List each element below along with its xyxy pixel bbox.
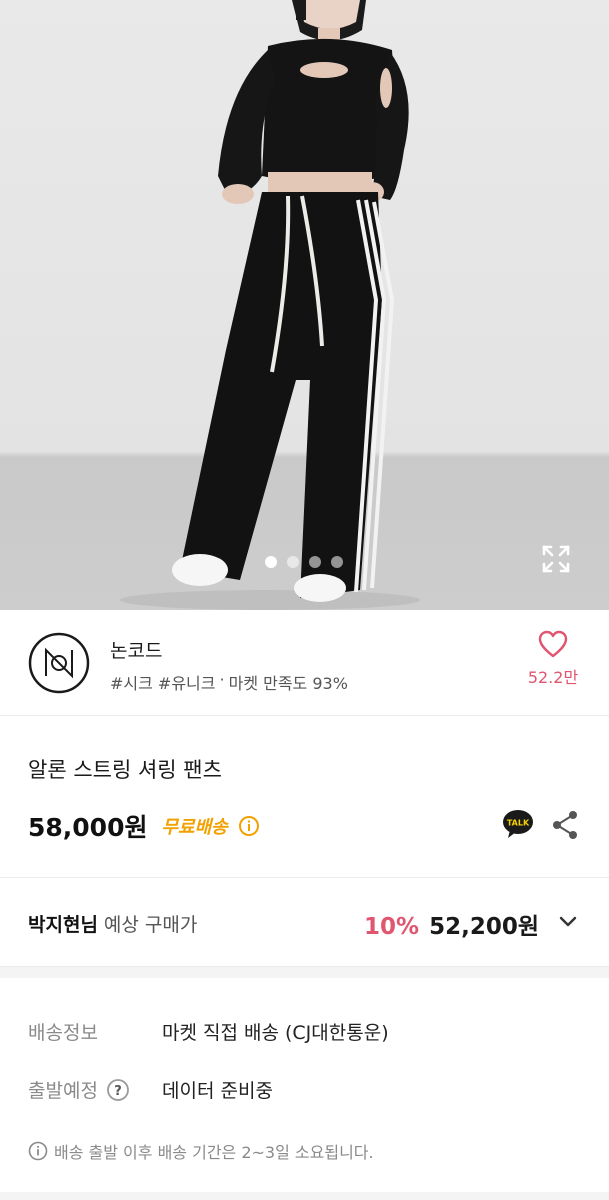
info-icon: [28, 1141, 48, 1161]
shop-tags[interactable]: #시크 #유니크: [110, 670, 216, 694]
shop-meta: #시크 #유니크 · 마켓 만족도 93%: [110, 670, 348, 694]
carousel-dot[interactable]: [331, 556, 343, 568]
member-price: 10% 52,200원: [364, 907, 539, 941]
share-icon[interactable]: [551, 810, 579, 840]
shop-logo-icon[interactable]: [28, 632, 90, 694]
departure-label: 출발예정: [28, 1080, 98, 1102]
svg-text:?: ?: [114, 1084, 122, 1099]
free-shipping-badge: 무료배송: [161, 817, 228, 838]
product-price: 58,000원: [28, 813, 148, 842]
product-image[interactable]: [0, 0, 609, 610]
price-row: 58,000원 무료배송: [28, 808, 260, 844]
like-button[interactable]: 52.2만: [520, 630, 586, 688]
shipping-info-label: 배송정보: [28, 1022, 98, 1044]
info-icon[interactable]: [238, 815, 260, 837]
discounted-price: 52,200원: [429, 914, 539, 940]
chevron-down-icon[interactable]: [556, 910, 580, 934]
section-divider: [0, 966, 609, 978]
departure-row: 출발예정 ? 데이터 준비중: [28, 1076, 273, 1103]
kakao-talk-icon[interactable]: TALK: [501, 808, 535, 840]
carousel-dot[interactable]: [265, 556, 277, 568]
carousel-indicator: [265, 556, 343, 568]
shop-name[interactable]: 논코드: [110, 636, 162, 663]
member-price-label: 박지현님 예상 구매가: [28, 910, 197, 937]
departure-value: 데이터 준비중: [162, 1080, 273, 1102]
like-count: 52.2만: [527, 668, 579, 687]
section-divider: [0, 1192, 609, 1200]
shipping-note-text: 배송 출발 이후 배송 기간은 2~3일 소요됩니다.: [54, 1143, 374, 1162]
shop-satisfaction: 마켓 만족도 93%: [228, 674, 348, 693]
discount-rate: 10%: [364, 914, 420, 940]
shop-info: 논코드 #시크 #유니크 · 마켓 만족도 93% 52.2만: [0, 610, 609, 716]
shipping-note: 배송 출발 이후 배송 기간은 2~3일 소요됩니다.: [28, 1139, 374, 1163]
carousel-dot[interactable]: [287, 556, 299, 568]
carousel-dot[interactable]: [309, 556, 321, 568]
question-icon[interactable]: ?: [106, 1078, 130, 1102]
talk-label: TALK: [507, 819, 530, 828]
shipping-info-row: 배송정보 마켓 직접 배송 (CJ대한통운): [28, 1018, 389, 1045]
product-title: 알론 스트링 셔링 팬츠: [28, 758, 222, 782]
heart-icon: [538, 630, 568, 658]
product-photo: [120, 0, 420, 610]
member-name: 박지현님: [28, 914, 98, 936]
shipping-info-value: 마켓 직접 배송 (CJ대한통운): [162, 1022, 389, 1044]
meta-separator: ·: [219, 670, 225, 689]
departure-label-wrap: 출발예정 ?: [28, 1076, 162, 1103]
member-price-row[interactable]: 박지현님 예상 구매가 10% 52,200원: [0, 878, 609, 966]
expand-icon[interactable]: [540, 543, 572, 575]
expected-price-label: 예상 구매가: [103, 914, 198, 936]
